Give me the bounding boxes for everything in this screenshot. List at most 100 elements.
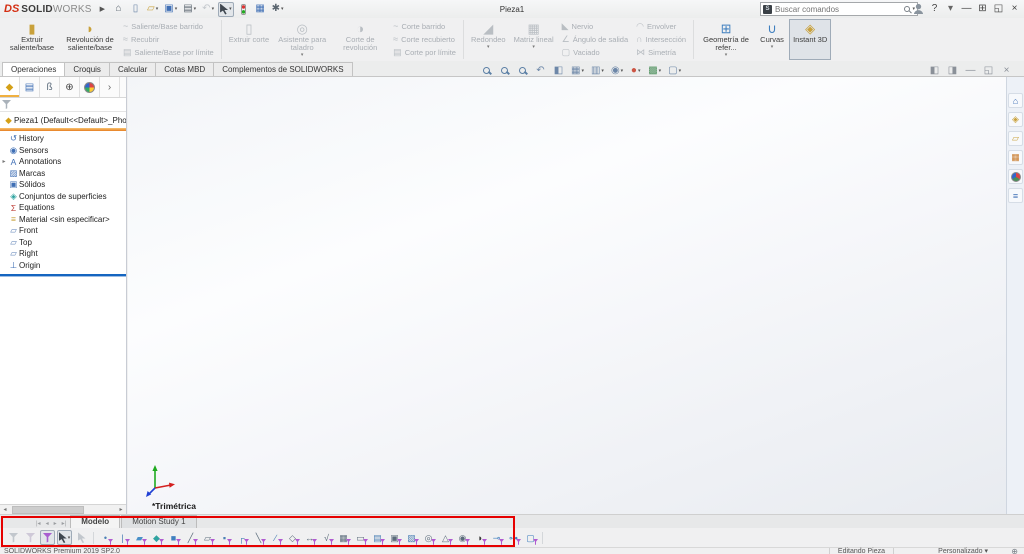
command-search[interactable]: S ▾	[760, 2, 918, 16]
filter-connection-points-button[interactable]: ⊸ ▾	[489, 530, 504, 545]
filter-options-button[interactable]: ▾	[23, 530, 38, 545]
filter-notes-button[interactable]: ▤ ▾	[370, 530, 385, 545]
close-button[interactable]: ×	[1007, 2, 1022, 17]
swept-boss-button[interactable]: ~ Saliente/Base barrido	[119, 20, 218, 33]
filter-midpoints-button[interactable]: ∕ ▾	[268, 530, 283, 545]
filter-gtol-symbols-button[interactable]: ▭ ▾	[353, 530, 368, 545]
filter-faces-button[interactable]: ▰ ▾	[132, 530, 147, 545]
separator[interactable]: ▾	[542, 531, 543, 544]
options-button[interactable]: ✱ ▾	[270, 2, 286, 17]
tab-cotas-mbd[interactable]: Cotas MBD	[155, 62, 215, 76]
tab-complementos[interactable]: Complementos de SOLIDWORKS	[213, 62, 353, 76]
filter-edges-button[interactable]: | ▾	[115, 530, 130, 545]
view-palette-button[interactable]: ▦	[1008, 150, 1023, 165]
fillet-button[interactable]: ◢ Redondeo ▾	[467, 19, 510, 60]
filter-feature-references-button[interactable]: ▣ ▾	[387, 530, 402, 545]
home-button[interactable]: ⌂ ▾	[111, 2, 126, 17]
tree-filter-input[interactable]	[14, 99, 124, 110]
loft-boss-button[interactable]: ≈ Recubrir	[119, 33, 218, 46]
search-input[interactable]	[775, 4, 905, 14]
view-orientation-button[interactable]: ▦ ▾	[569, 63, 586, 78]
filter-datum-targets-button[interactable]: △ ▾	[438, 530, 453, 545]
tree-item-history[interactable]: ↺ History	[0, 133, 126, 145]
propertymanager-tab[interactable]: ▤	[20, 77, 40, 97]
select-tool-button[interactable]: ▾	[218, 1, 234, 17]
configurationmanager-tab[interactable]: ß	[40, 77, 60, 97]
hide-show-items-button[interactable]: ◉ ▾	[609, 63, 625, 78]
prev-tab-button[interactable]: ◂	[44, 520, 51, 527]
filter-vertices-button[interactable]: • ▾	[98, 530, 113, 545]
filter-sketches-button[interactable]: ┌ ▾	[234, 530, 249, 545]
pane-left-button[interactable]: ◧	[927, 63, 942, 78]
pane-right-button[interactable]: ◨	[945, 63, 960, 78]
curves-button[interactable]: ∪ Curvas ▾	[755, 19, 789, 60]
print-button[interactable]: ▤ ▾	[181, 2, 198, 17]
expand-panel-tabs-button[interactable]: ›	[100, 77, 120, 97]
zoom-window-button[interactable]: ▾	[515, 63, 530, 78]
zoom-area-button[interactable]: ▾	[497, 63, 512, 78]
apply-scene-button[interactable]: ▩ ▾	[646, 63, 663, 78]
user-account-button[interactable]	[911, 2, 926, 17]
separator[interactable]: ▾	[93, 531, 94, 544]
previous-view-button[interactable]: ↶ ▾	[533, 63, 548, 78]
rebuild-button[interactable]: ▾	[236, 2, 251, 17]
select-tool-button[interactable]: ▾	[57, 530, 72, 545]
filter-dimensions-button[interactable]: ↔ ▾	[302, 530, 317, 545]
help-dropdown-button[interactable]: ▾	[943, 2, 958, 17]
appearances-button[interactable]	[1008, 169, 1023, 184]
filter-solid-bodies-button[interactable]: ■ ▾	[166, 530, 181, 545]
tree-item-origin[interactable]: ⊥ Origin	[0, 260, 126, 272]
doc-close-button[interactable]: ×	[999, 63, 1014, 78]
tree-item-annotations[interactable]: ▸ A Annotations	[0, 156, 126, 168]
tree-root-pieza1[interactable]: ◆ Pieza1 (Default<<Default>_PhotoWorks	[0, 114, 126, 127]
minimize-button[interactable]: —	[959, 2, 974, 17]
filter-planes-button[interactable]: ▱ ▾	[200, 530, 215, 545]
swept-cut-button[interactable]: ~ Corte barrido	[389, 20, 460, 33]
save-button[interactable]: ▣ ▾	[162, 2, 179, 17]
extruded-cut-button[interactable]: ▯ Extruir corte ▾	[225, 19, 273, 60]
graphics-viewport[interactable]: *Trimétrica	[128, 77, 1006, 514]
help-button[interactable]: ?	[927, 2, 942, 17]
view-settings-button[interactable]: ▢ ▾	[666, 63, 683, 78]
units-globe-icon[interactable]: ⊕	[1011, 547, 1018, 554]
edit-appearance-button[interactable]: ● ▾	[628, 63, 643, 78]
tree-item-solidos[interactable]: ▣ Sólidos	[0, 179, 126, 191]
doc-minimize-button[interactable]: —	[963, 63, 978, 78]
boundary-cut-button[interactable]: ▤ Corte por límite	[389, 46, 460, 59]
mirror-button[interactable]: ⋈ Simetría	[632, 46, 690, 59]
filter-section-button[interactable]: ◑ ▾	[472, 530, 487, 545]
rollback-bar[interactable]	[0, 274, 126, 276]
tab-calcular[interactable]: Calcular	[108, 62, 157, 76]
tree-item-front-plane[interactable]: ▱ Front	[0, 225, 126, 237]
tree-item-conjuntos-superficies[interactable]: ◈ Conjuntos de superficies	[0, 191, 126, 203]
revolve-boss-button[interactable]: ◗ Revolución de saliente/base ▾	[61, 19, 119, 60]
rib-button[interactable]: ◣ Nervio	[558, 20, 633, 33]
boundary-boss-button[interactable]: ▤ Saliente/Base por límite	[119, 46, 218, 59]
dimxpertmanager-tab[interactable]: ⊕	[60, 77, 80, 97]
freeze-bar[interactable]	[0, 128, 126, 131]
doc-restore-button[interactable]: ◱	[981, 63, 996, 78]
filter-sketch-segments-button[interactable]: ╲ ▾	[251, 530, 266, 545]
first-tab-button[interactable]: |◂	[34, 520, 43, 527]
display-style-button[interactable]: ▥ ▾	[589, 63, 606, 78]
design-library-button[interactable]: ◈	[1008, 112, 1023, 127]
scroll-left-icon[interactable]: ◂	[0, 506, 10, 513]
extrude-boss-button[interactable]: ▮ Extruir saliente/base ▾	[3, 19, 61, 60]
reference-geometry-button[interactable]: ⊞ Geometría de refer... ▾	[697, 19, 755, 60]
filter-display-states-button[interactable]: ▢ ▾	[523, 530, 538, 545]
wrap-button[interactable]: ◠ Envolver	[632, 20, 690, 33]
lasso-select-button[interactable]: ▾	[74, 530, 89, 545]
tree-item-marcas[interactable]: ▨ Marcas	[0, 168, 126, 180]
tree-item-sensors[interactable]: ◉ Sensors	[0, 145, 126, 157]
search-icon[interactable]	[904, 6, 911, 12]
tree-item-right-plane[interactable]: ▱ Right	[0, 248, 126, 260]
new-document-button[interactable]: ▯ ▾	[128, 2, 143, 17]
maximize-button[interactable]: ⊞	[975, 2, 990, 17]
revolved-cut-button[interactable]: ◑ Corte de revolución ▾	[331, 19, 389, 60]
lofted-cut-button[interactable]: ≈ Corte recubierto	[389, 33, 460, 46]
scroll-right-icon[interactable]: ▸	[116, 506, 126, 513]
restore-button[interactable]: ◱	[991, 2, 1006, 17]
tree-item-material[interactable]: ≡ Material <sin especificar>	[0, 214, 126, 226]
hole-wizard-button[interactable]: ◎ Asistente para taladro ▾	[273, 19, 331, 60]
filter-dowel-pins-button[interactable]: ◉ ▾	[455, 530, 470, 545]
